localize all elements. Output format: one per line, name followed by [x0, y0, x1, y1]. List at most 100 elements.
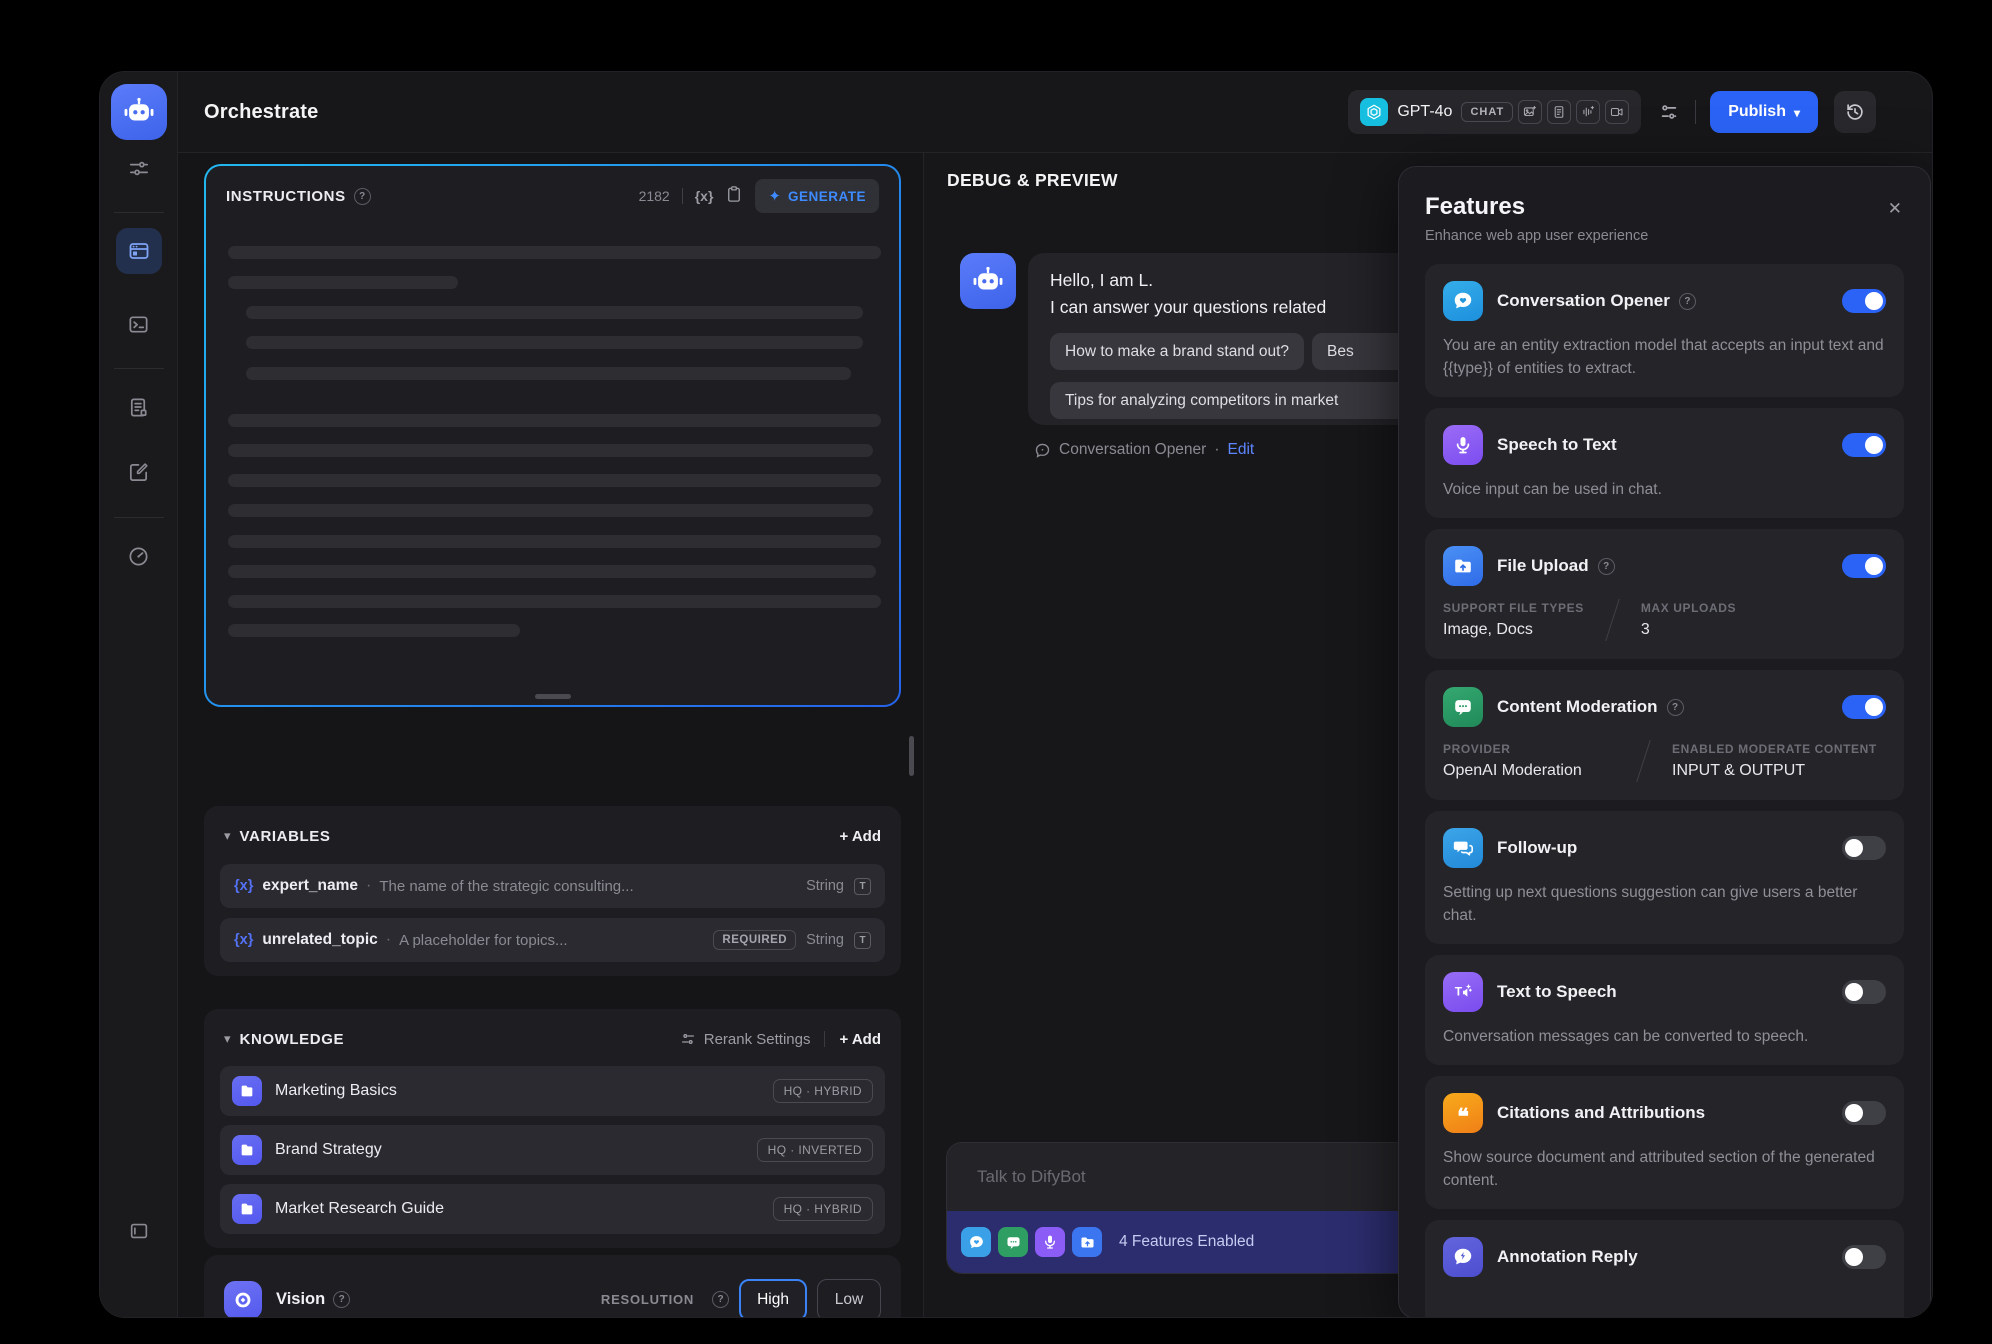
- copy-icon[interactable]: [725, 185, 743, 208]
- resolution-low-button[interactable]: Low: [817, 1279, 881, 1319]
- version-history-icon[interactable]: [1834, 91, 1876, 133]
- retrieval-badge: HQ · HYBRID: [773, 1197, 873, 1221]
- video-capability-icon: [1605, 100, 1629, 124]
- rail-annotation-tab[interactable]: [116, 449, 162, 495]
- close-icon[interactable]: ✕: [1888, 199, 1902, 219]
- rail-divider: [114, 212, 164, 213]
- features-panel: Features ✕ Enhance web app user experien…: [1398, 166, 1931, 1318]
- instructions-title: INSTRUCTIONS: [226, 188, 346, 205]
- svg-text:T: T: [1455, 985, 1463, 999]
- help-icon[interactable]: ?: [1679, 293, 1696, 310]
- knowledge-row[interactable]: Market Research Guide HQ · HYBRID: [220, 1184, 885, 1234]
- resolution-label: RESOLUTION: [601, 1292, 694, 1307]
- model-params-icon[interactable]: [116, 145, 162, 191]
- char-count: 2182: [639, 188, 670, 204]
- model-name: GPT-4o: [1397, 103, 1452, 121]
- rerank-settings-button[interactable]: Rerank Settings: [680, 1031, 811, 1048]
- sparkle-icon: ✦: [768, 187, 781, 205]
- feature-card-text-to-speech: T Text to Speech Conversation messages c…: [1425, 955, 1904, 1065]
- conversation-opener-icon: [1443, 281, 1483, 321]
- annotation-reply-toggle[interactable]: [1842, 1245, 1886, 1269]
- help-icon[interactable]: ?: [1598, 558, 1615, 575]
- dataset-icon: [232, 1076, 262, 1106]
- text-to-speech-icon: T: [1443, 972, 1483, 1012]
- document-capability-icon: [1547, 100, 1571, 124]
- text-to-speech-toggle[interactable]: [1842, 980, 1886, 1004]
- help-icon[interactable]: ?: [712, 1291, 729, 1308]
- column-divider: [1636, 740, 1651, 782]
- annotation-reply-icon: [1443, 1237, 1483, 1277]
- add-knowledge-button[interactable]: + Add: [839, 1031, 881, 1048]
- resize-handle[interactable]: [535, 694, 571, 699]
- rail-logs-tab[interactable]: [116, 384, 162, 430]
- speech-to-text-toggle[interactable]: [1842, 433, 1886, 457]
- column-divider: [1605, 599, 1620, 641]
- app-window: Orchestrate GPT-4o CHAT: [99, 71, 1933, 1318]
- follow-up-toggle[interactable]: [1842, 836, 1886, 860]
- moderation-mini-icon: [998, 1227, 1028, 1257]
- conversation-opener-toggle[interactable]: [1842, 289, 1886, 313]
- generate-button[interactable]: ✦ GENERATE: [755, 179, 879, 213]
- content-moderation-icon: [1443, 687, 1483, 727]
- speech-to-text-icon: [1443, 425, 1483, 465]
- collapse-sidebar-icon[interactable]: [116, 1208, 162, 1254]
- help-icon[interactable]: ?: [333, 1291, 350, 1308]
- content-moderation-toggle[interactable]: [1842, 695, 1886, 719]
- chat-input-placeholder: Talk to DifyBot: [977, 1167, 1086, 1187]
- orchestrate-column: INSTRUCTIONS ? 2182 {x} ✦ GENERATE: [178, 153, 923, 1317]
- chevron-down-icon[interactable]: ▾: [224, 828, 231, 844]
- feature-card-follow-up: Follow-up Setting up next questions sugg…: [1425, 811, 1904, 944]
- scrollbar-thumb[interactable]: [909, 736, 914, 776]
- insert-variable-icon[interactable]: {x}: [695, 188, 714, 204]
- audio-capability-icon: [1576, 100, 1600, 124]
- variable-row[interactable]: {x} unrelated_topic · A placeholder for …: [220, 918, 885, 962]
- suggested-question-chip[interactable]: How to make a brand stand out?: [1050, 333, 1304, 370]
- app-robot-icon[interactable]: [111, 84, 167, 140]
- chevron-down-icon: ▾: [1794, 106, 1800, 120]
- citations-toggle[interactable]: [1842, 1101, 1886, 1125]
- bot-avatar: [960, 253, 1016, 309]
- knowledge-title: KNOWLEDGE: [240, 1031, 345, 1048]
- header-divider: [1695, 100, 1696, 124]
- vision-section: Vision ? RESOLUTION ? High Low: [204, 1255, 901, 1318]
- vision-icon: [224, 1281, 262, 1319]
- follow-up-icon: [1443, 828, 1483, 868]
- chat-bubble-icon: [1034, 442, 1051, 459]
- feature-card-speech-to-text: Speech to Text Voice input can be used i…: [1425, 408, 1904, 518]
- openai-logo-icon: [1360, 98, 1388, 126]
- variable-type: String: [806, 932, 844, 948]
- rail-divider: [114, 517, 164, 518]
- features-enabled-count: 4 Features Enabled: [1119, 1233, 1254, 1251]
- feature-card-content-moderation: Content Moderation ? PROVIDER OpenAI Mod…: [1425, 670, 1904, 800]
- retrieval-badge: HQ · HYBRID: [773, 1079, 873, 1103]
- file-upload-icon: [1443, 546, 1483, 586]
- rail-monitoring-tab[interactable]: [116, 533, 162, 579]
- app-settings-icon[interactable]: [1649, 92, 1689, 132]
- file-upload-toggle[interactable]: [1842, 554, 1886, 578]
- variable-icon: {x}: [234, 932, 253, 948]
- knowledge-section: ▾ KNOWLEDGE Rerank Settings + Add Market…: [204, 1009, 901, 1248]
- dataset-icon: [232, 1194, 262, 1224]
- publish-button[interactable]: Publish▾: [1710, 91, 1818, 133]
- chevron-down-icon[interactable]: ▾: [224, 1031, 231, 1047]
- opener-meta: Conversation Opener · Edit: [1034, 441, 1254, 459]
- variable-row[interactable]: {x} expert_name · The name of the strate…: [220, 864, 885, 908]
- instructions-card: INSTRUCTIONS ? 2182 {x} ✦ GENERATE: [204, 164, 901, 707]
- knowledge-row[interactable]: Marketing Basics HQ · HYBRID: [220, 1066, 885, 1116]
- model-selector[interactable]: GPT-4o CHAT: [1348, 90, 1641, 134]
- feature-card-conversation-opener: Conversation Opener ? You are an entity …: [1425, 264, 1904, 397]
- rail-orchestrate-tab[interactable]: [116, 228, 162, 274]
- retrieval-badge: HQ · INVERTED: [757, 1138, 873, 1162]
- variables-title: VARIABLES: [240, 828, 331, 845]
- knowledge-row[interactable]: Brand Strategy HQ · INVERTED: [220, 1125, 885, 1175]
- add-variable-button[interactable]: + Add: [839, 828, 881, 845]
- rail-terminal-tab[interactable]: [116, 301, 162, 347]
- help-icon[interactable]: ?: [354, 188, 371, 205]
- top-header: Orchestrate GPT-4o CHAT: [178, 72, 1932, 153]
- resolution-high-button[interactable]: High: [739, 1279, 807, 1319]
- speech-to-text-mini-icon: [1035, 1227, 1065, 1257]
- variable-type: String: [806, 878, 844, 894]
- vision-capability-icon: [1518, 100, 1542, 124]
- help-icon[interactable]: ?: [1667, 699, 1684, 716]
- edit-opener-link[interactable]: Edit: [1228, 441, 1255, 459]
